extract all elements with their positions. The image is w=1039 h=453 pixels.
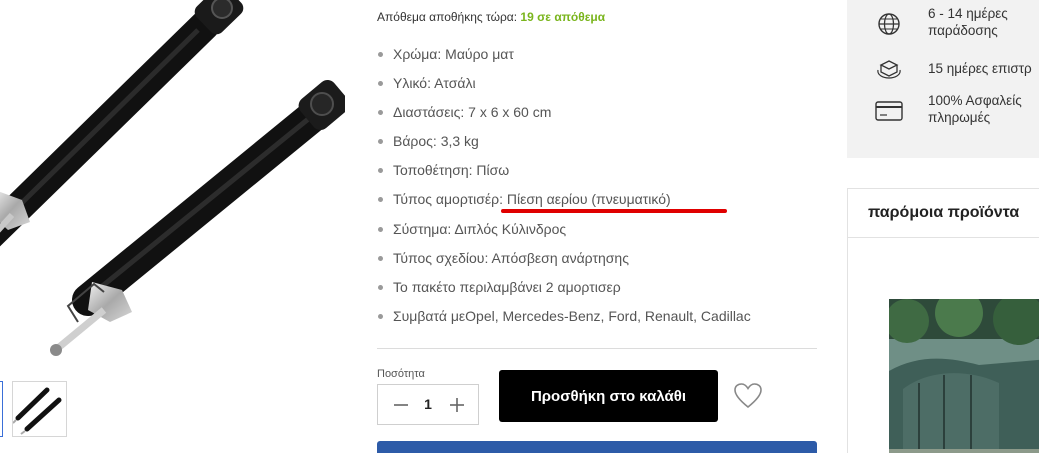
thumbnail-image bbox=[12, 387, 62, 435]
delivery-info-panel: 6 - 14 ημέρες παράδοσης 15 ημέρες επιστρ… bbox=[847, 0, 1039, 158]
spec-mounting: Τοποθέτηση: Πίσω bbox=[377, 156, 817, 185]
return-box-icon bbox=[875, 56, 903, 82]
info-payments-line2: πληρωμές bbox=[928, 110, 991, 125]
quantity-label: Ποσότητα bbox=[377, 368, 425, 380]
stock-status: Απόθεμα αποθήκης τώρα: 19 σε απόθεμα bbox=[377, 10, 605, 24]
info-delivery-line1: 6 - 14 ημέρες bbox=[928, 6, 1008, 21]
spec-design-type: Τύπος σχεδίου: Απόσβεση ανάρτησης bbox=[377, 244, 817, 273]
wishlist-button[interactable] bbox=[733, 382, 763, 410]
globe-icon bbox=[875, 11, 903, 37]
red-underline-annotation bbox=[501, 209, 727, 213]
stock-value: 19 σε απόθεμα bbox=[520, 10, 606, 24]
minus-icon bbox=[394, 403, 408, 406]
quantity-increase-button[interactable] bbox=[440, 385, 474, 424]
similar-products-header: παρόμοια προϊόντα bbox=[848, 189, 1039, 238]
spec-weight: Βάρος: 3,3 kg bbox=[377, 127, 817, 156]
spec-material: Υλικό: Ατσάλι bbox=[377, 69, 817, 98]
info-payments-line1: 100% Ασφαλείς bbox=[928, 93, 1022, 108]
heart-icon bbox=[734, 383, 762, 409]
product-specs-list: Χρώμα: Μαύρο ματ Υλικό: Ατσάλι Διαστάσει… bbox=[377, 40, 817, 331]
tent-photo bbox=[889, 299, 1039, 453]
shock-absorbers-photo bbox=[0, 0, 345, 356]
secondary-action-button[interactable] bbox=[377, 441, 817, 453]
quantity-stepper: 1 bbox=[377, 384, 479, 425]
stock-label: Απόθεμα αποθήκης τώρα: bbox=[377, 10, 518, 24]
credit-card-icon bbox=[875, 98, 903, 124]
plus-icon bbox=[450, 397, 464, 412]
spec-dimensions: Διαστάσεις: 7 x 6 x 60 cm bbox=[377, 98, 817, 127]
thumbnail-shock-absorbers[interactable] bbox=[12, 381, 67, 437]
info-returns-text: 15 ημέρες επιστρ bbox=[928, 61, 1032, 76]
section-divider bbox=[377, 348, 817, 349]
spec-system: Σύστημα: Διπλός Κύλινδρος bbox=[377, 215, 817, 244]
spec-package-contents: Το πακέτο περιλαμβάνει 2 αμορτισερ bbox=[377, 273, 817, 302]
add-to-cart-button[interactable]: Προσθήκη στο καλάθι bbox=[499, 370, 718, 422]
info-delivery-line2: παράδοσης bbox=[928, 23, 998, 38]
spec-compatibility: Συμβατά μεOpel, Mercedes-Benz, Ford, Ren… bbox=[377, 302, 817, 331]
similar-products-title: παρόμοια προϊόντα bbox=[868, 204, 1020, 221]
spec-color: Χρώμα: Μαύρο ματ bbox=[377, 40, 817, 69]
product-main-image[interactable] bbox=[0, 0, 345, 370]
thumbnail-previous-edge[interactable] bbox=[0, 381, 3, 437]
similar-products-panel: παρόμοια προϊόντα bbox=[847, 188, 1039, 453]
similar-product-image[interactable] bbox=[889, 299, 1039, 453]
